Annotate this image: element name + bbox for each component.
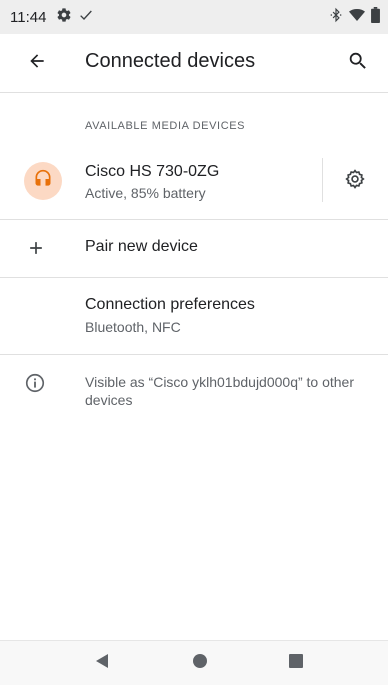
visibility-info-text: Visible as “Cisco yklh01bdujd000q” to ot… [85,374,355,408]
gear-icon [344,168,366,195]
nav-home-button[interactable] [190,653,210,673]
headset-icon [33,169,53,194]
nav-recents-icon [288,653,304,674]
nav-back-icon [94,653,110,674]
status-bar: 11:44 [0,0,388,34]
arrow-back-icon [27,51,47,76]
settings-gear-icon [56,7,72,28]
nav-recents-button[interactable] [286,653,306,673]
checkmark-icon [78,7,94,28]
wifi-icon [349,8,365,27]
connection-preferences-item[interactable]: Connection preferences Bluetooth, NFC [0,288,388,350]
page-title: Connected devices [85,50,256,72]
device-status: Active, 85% battery [85,185,206,201]
connection-preferences-summary: Bluetooth, NFC [85,319,181,335]
device-avatar [24,162,62,200]
status-time: 11:44 [10,8,47,26]
back-button[interactable] [22,49,52,77]
divider [0,354,388,355]
system-navigation-bar [0,640,388,685]
pair-new-device-label: Pair new device [85,238,198,255]
battery-icon [371,6,380,28]
app-bar: Connected devices [0,34,388,93]
device-row-divider [322,158,323,202]
device-settings-button[interactable] [340,166,370,196]
search-icon [347,50,369,77]
device-row-cisco-headset[interactable]: Cisco HS 730-0ZG Active, 85% battery [0,150,388,218]
plus-icon [24,236,48,260]
bluetooth-icon [329,7,343,28]
available-media-devices-header: AVAILABLE MEDIA DEVICES [85,120,246,132]
nav-back-button[interactable] [92,653,112,673]
divider [0,277,388,278]
visibility-info: Visible as “Cisco yklh01bdujd000q” to ot… [0,370,388,418]
status-system-icons [329,0,380,34]
pair-new-device-item[interactable]: Pair new device [0,220,388,276]
info-icon [24,372,46,394]
device-name: Cisco HS 730-0ZG [85,163,220,180]
search-button[interactable] [342,47,374,79]
connected-devices-screen: 11:44 Connected devices AVAILABLE MEDIA … [0,0,388,685]
status-notification-icons [56,7,94,28]
connection-preferences-title: Connection preferences [85,296,255,313]
nav-home-icon [192,653,208,674]
